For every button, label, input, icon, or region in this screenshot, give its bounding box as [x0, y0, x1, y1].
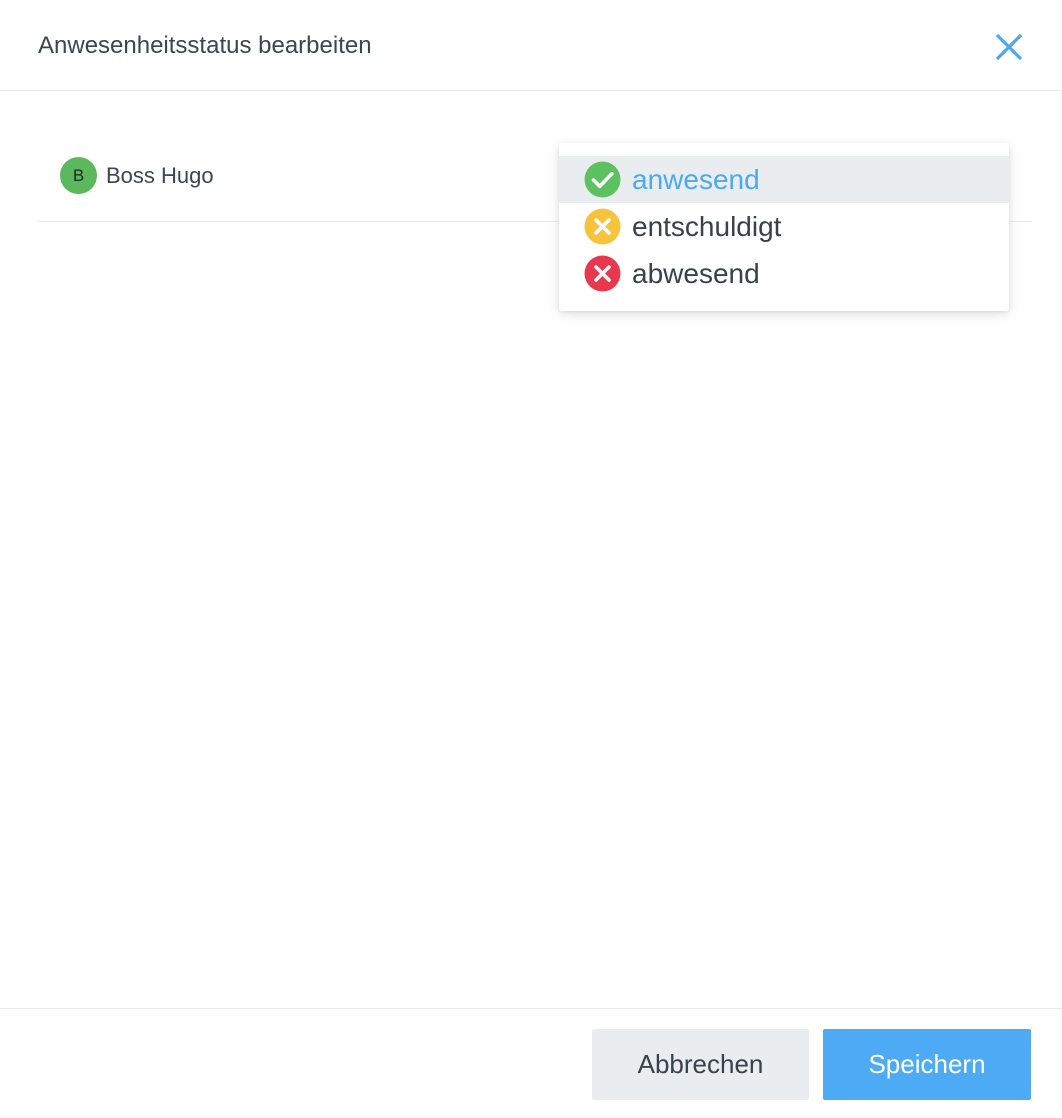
status-option-label: abwesend — [632, 258, 760, 289]
save-button[interactable]: Speichern — [823, 1029, 1031, 1100]
dialog-footer: Abbrechen Speichern — [0, 1008, 1062, 1118]
status-dropdown: anwesend entschuldigt abwesend — [559, 143, 1009, 311]
x-circle-icon — [584, 208, 621, 245]
status-option-label: anwesend — [632, 164, 760, 195]
dialog-title: Anwesenheitsstatus bearbeiten — [38, 32, 372, 59]
x-circle-icon — [584, 255, 621, 292]
dialog-header: Anwesenheitsstatus bearbeiten — [0, 0, 1062, 91]
cancel-button[interactable]: Abbrechen — [592, 1029, 809, 1100]
member-name: Boss Hugo — [106, 163, 214, 188]
status-option-anwesend[interactable]: anwesend — [559, 156, 1009, 203]
close-icon — [995, 33, 1023, 61]
status-option-label: entschuldigt — [632, 211, 782, 242]
avatar: B — [60, 157, 97, 194]
status-option-entschuldigt[interactable]: entschuldigt — [559, 203, 1009, 250]
status-option-abwesend[interactable]: abwesend — [559, 250, 1009, 297]
check-circle-icon — [584, 161, 621, 198]
close-button[interactable] — [992, 30, 1026, 64]
attendance-dialog: Anwesenheitsstatus bearbeiten B Boss Hug… — [0, 0, 1062, 1118]
